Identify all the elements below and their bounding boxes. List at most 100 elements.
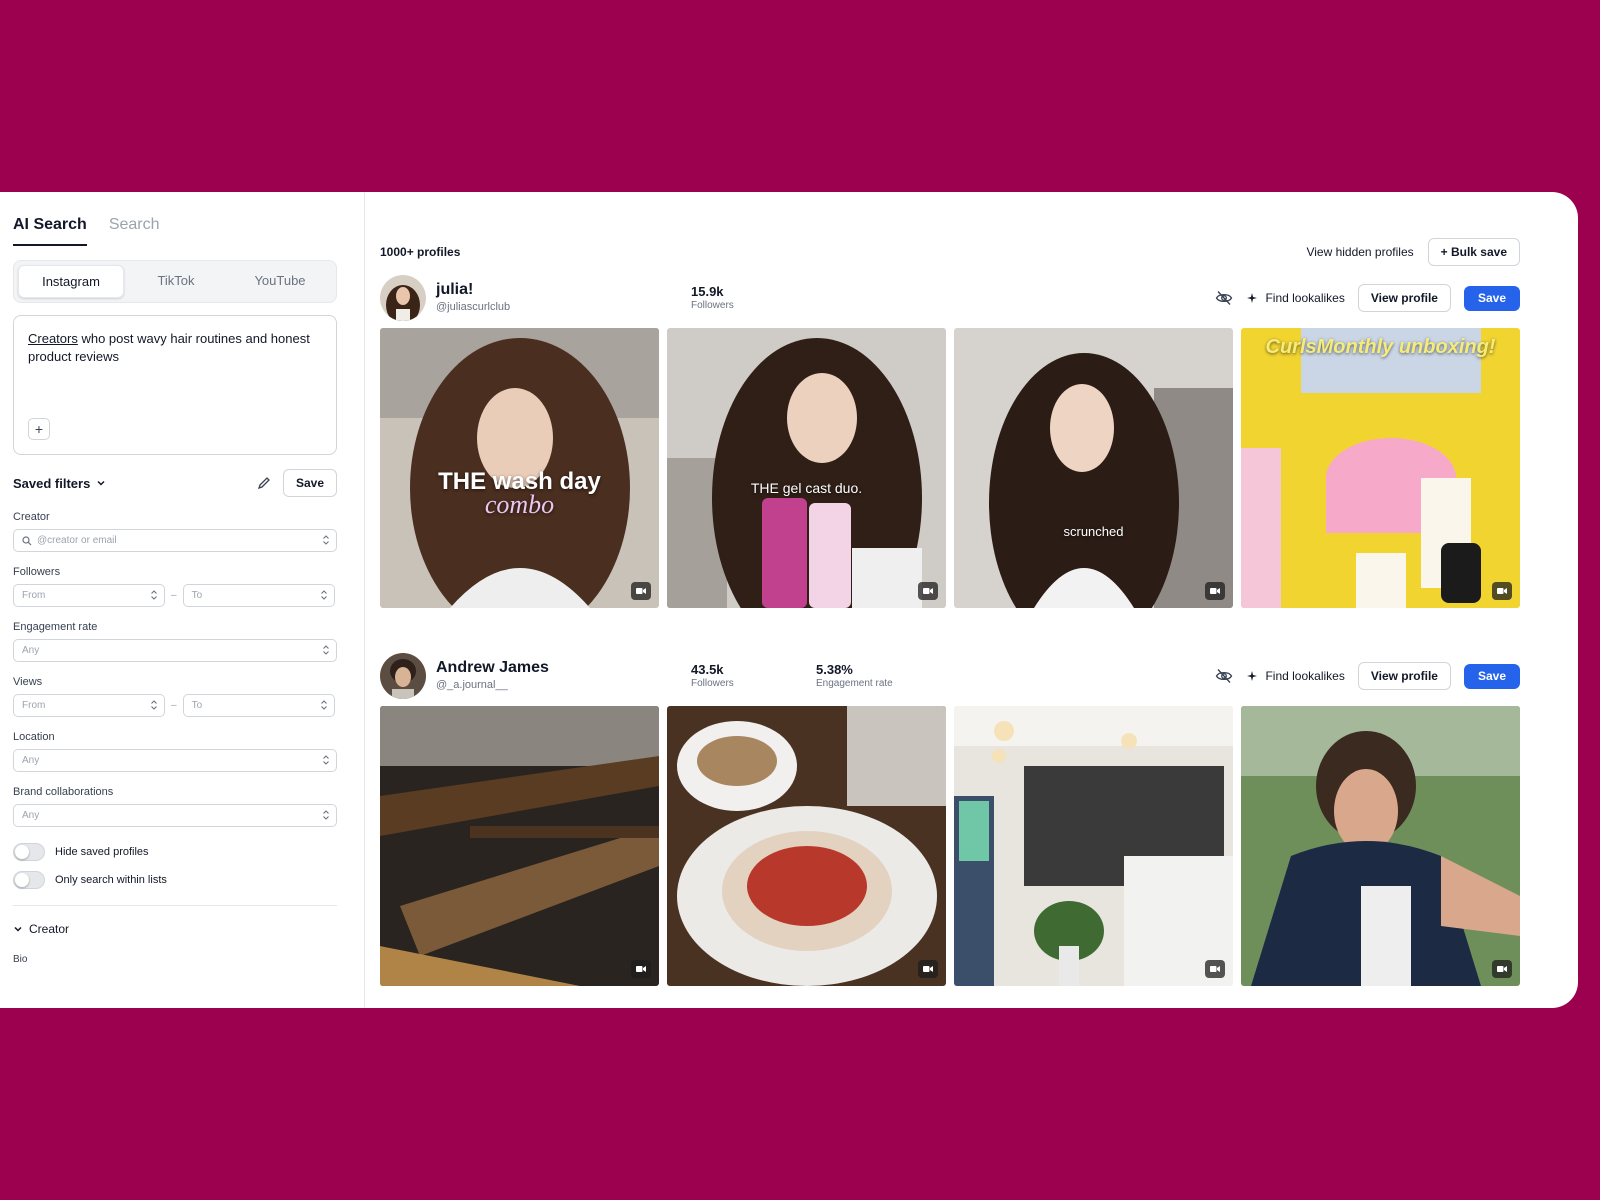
creator-field-label: Creator (13, 511, 50, 523)
chevron-updown-icon (323, 755, 329, 765)
followers-field-label: Followers (13, 566, 61, 578)
followers-label: Followers (691, 300, 734, 311)
creator-name[interactable]: julia! (436, 281, 691, 299)
followers-value: 15.9k (691, 284, 724, 299)
save-profile-button[interactable]: Save (1463, 663, 1520, 689)
post-thumbnail[interactable] (1241, 706, 1520, 986)
followers-from-select[interactable]: From (13, 584, 165, 607)
view-profile-button[interactable]: View profile (1357, 662, 1451, 690)
post-thumbnail[interactable]: CurlsMonthly unboxing! (1241, 328, 1520, 608)
creator-search-input[interactable]: @creator or email (13, 529, 337, 552)
creator-section-toggle[interactable]: Creator (13, 922, 337, 936)
mode-tabs: AI Search Search (13, 216, 337, 246)
followers-stat: 15.9k Followers (691, 284, 816, 312)
engagement-label: Engagement rate (816, 678, 893, 689)
chevron-updown-icon (320, 700, 327, 710)
chevron-updown-icon (323, 810, 329, 820)
pencil-icon[interactable] (257, 476, 271, 490)
creator-handle: @_a.journal__ (436, 679, 508, 691)
filter-sidebar: AI Search Search Instagram TikTok YouTub… (0, 192, 365, 1008)
saved-filters-row: Saved filters Save (13, 469, 337, 497)
followers-value: 43.5k (691, 662, 724, 677)
creator-row: Andrew James @_a.journal__ 43.5k Followe… (380, 652, 1520, 700)
find-lookalikes-button[interactable]: Find lookalikes (1247, 669, 1345, 683)
creator-identity: Andrew James @_a.journal__ (436, 659, 691, 693)
bio-field-label: Bio (13, 954, 28, 965)
platform-instagram[interactable]: Instagram (18, 265, 124, 298)
find-lookalikes-button[interactable]: Find lookalikes (1247, 291, 1345, 305)
engagement-field-label: Engagement rate (13, 621, 98, 633)
hide-saved-toggle-row[interactable]: Hide saved profiles (13, 843, 337, 861)
saved-filters-dropdown[interactable]: Saved filters (13, 476, 106, 491)
brand-field-label: Brand collaborations (13, 786, 114, 798)
views-field-label: Views (13, 676, 43, 688)
brand-placeholder: Any (22, 810, 40, 821)
ai-prompt-input[interactable]: Creators who post wavy hair routines and… (13, 315, 337, 455)
divider (13, 905, 337, 906)
engagement-select[interactable]: Any (13, 639, 337, 662)
location-field-label: Location (13, 731, 55, 743)
video-icon (1492, 582, 1512, 600)
platform-youtube[interactable]: YouTube (228, 265, 332, 298)
creator-placeholder: @creator or email (37, 535, 117, 546)
location-select[interactable]: Any (13, 749, 337, 772)
search-icon (22, 535, 32, 545)
post-thumbnail[interactable]: THE wash day combo (380, 328, 659, 608)
views-from-placeholder: From (22, 700, 46, 711)
video-icon (631, 960, 651, 978)
post-thumbnail[interactable] (667, 706, 946, 986)
post-caption: combo (484, 490, 555, 519)
chevron-updown-icon (320, 590, 327, 600)
avatar[interactable] (380, 653, 426, 699)
views-from-select[interactable]: From (13, 694, 165, 717)
prompt-highlight: Creators (28, 331, 78, 346)
views-range: From – To (13, 694, 337, 717)
post-thumbnails: THE wash day combo THE gel cast duo. scr… (380, 328, 1520, 608)
save-profile-button[interactable]: Save (1463, 285, 1520, 311)
view-profile-button[interactable]: View profile (1357, 284, 1451, 312)
app-window: AI Search Search Instagram TikTok YouTub… (0, 192, 1578, 1008)
engagement-stat: 5.38% Engagement rate (816, 662, 941, 690)
followers-range: From – To (13, 584, 337, 607)
video-icon (1205, 960, 1225, 978)
only-lists-toggle[interactable] (13, 871, 45, 889)
post-caption: THE gel cast duo. (750, 480, 863, 496)
tab-search[interactable]: Search (109, 216, 160, 246)
followers-to-select[interactable]: To (182, 584, 335, 607)
save-filters-button[interactable]: Save (282, 469, 337, 497)
followers-stat: 43.5k Followers (691, 662, 816, 690)
post-thumbnail[interactable]: scrunched (954, 328, 1233, 608)
video-icon (918, 960, 938, 978)
post-thumbnail[interactable]: THE gel cast duo. (667, 328, 946, 608)
tab-ai-search[interactable]: AI Search (13, 216, 87, 246)
post-thumbnail[interactable] (954, 706, 1233, 986)
creator-name[interactable]: Andrew James (436, 659, 691, 677)
sparkle-icon (1247, 671, 1258, 681)
avatar[interactable] (380, 275, 426, 321)
eye-off-icon[interactable] (1215, 289, 1233, 307)
post-thumbnail[interactable] (380, 706, 659, 986)
hide-saved-label: Hide saved profiles (55, 846, 149, 858)
views-to-select[interactable]: To (182, 694, 335, 717)
hide-saved-toggle[interactable] (13, 843, 45, 861)
view-hidden-profiles-link[interactable]: View hidden profiles (1306, 245, 1413, 259)
bulk-save-button[interactable]: + Bulk save (1427, 238, 1520, 266)
video-icon (631, 582, 651, 600)
platform-selector: Instagram TikTok YouTube (13, 260, 337, 303)
views-to-placeholder: To (191, 700, 203, 711)
post-caption: CurlsMonthly unboxing! (1265, 336, 1496, 358)
chevron-down-icon (14, 926, 22, 932)
results-header: 1000+ profiles View hidden profiles + Bu… (380, 236, 1520, 268)
followers-from-placeholder: From (22, 590, 46, 601)
engagement-value: 5.38% (816, 662, 853, 677)
chevron-down-icon (97, 480, 105, 486)
creator-handle: @juliascurlclub (436, 301, 511, 313)
brand-select[interactable]: Any (13, 804, 337, 827)
only-lists-toggle-row[interactable]: Only search within lists (13, 871, 337, 889)
post-caption: scrunched (1063, 524, 1124, 539)
add-attachment-button[interactable]: + (28, 418, 50, 440)
find-lookalikes-label: Find lookalikes (1265, 291, 1345, 305)
eye-off-icon[interactable] (1215, 667, 1233, 685)
platform-tiktok[interactable]: TikTok (124, 265, 228, 298)
